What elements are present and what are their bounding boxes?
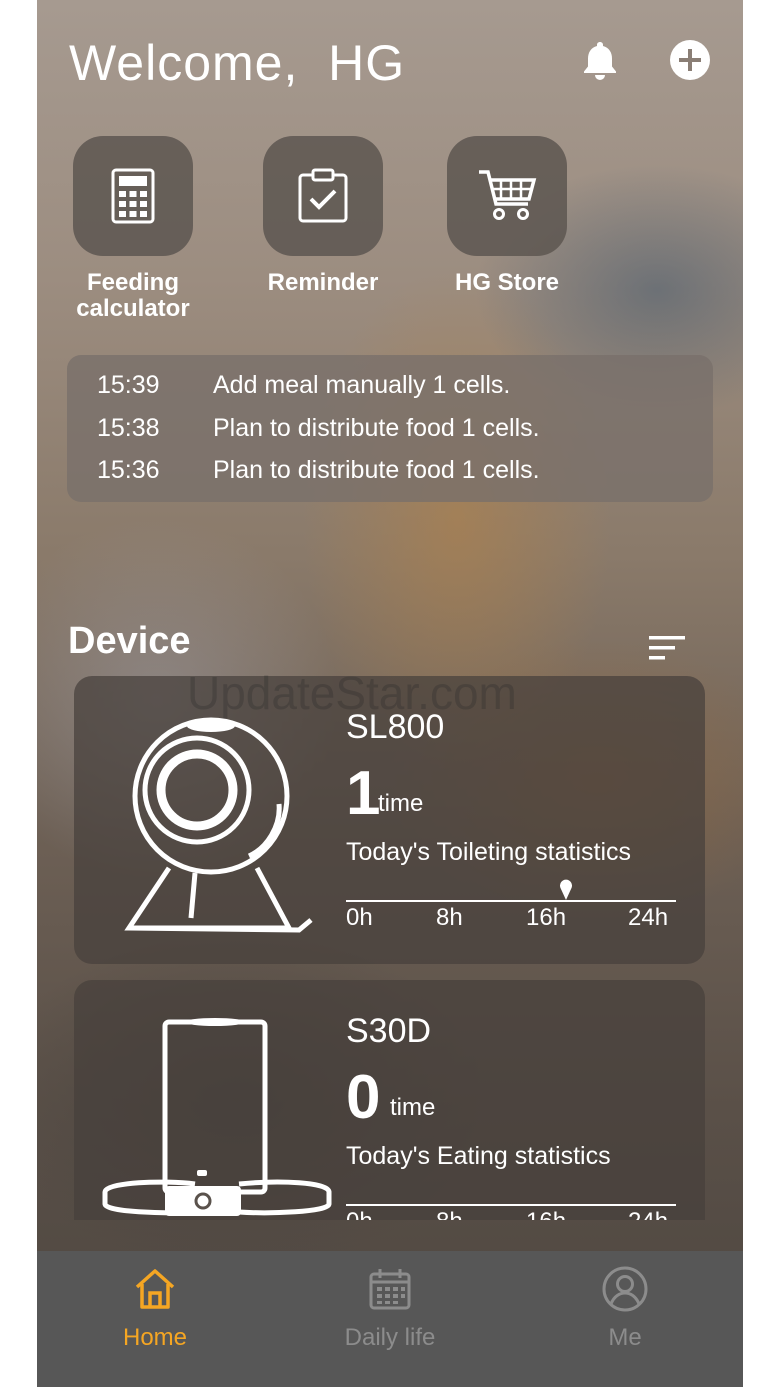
timeline-tick: 8h (436, 1208, 463, 1220)
timeline-tick: 8h (436, 904, 463, 931)
hg-store-tile[interactable] (447, 136, 567, 256)
device-card-s30d[interactable]: S30D 0 time Today's Eating statistics 0h… (74, 980, 705, 1220)
bell-icon[interactable] (578, 38, 622, 82)
log-item: 15:36 Plan to distribute food 1 cells. (97, 456, 540, 485)
log-time: 15:38 (97, 414, 160, 442)
device-list[interactable]: SL800 1 time Today's Toileting statistic… (37, 676, 743, 1220)
feeder-device-image (102, 1018, 332, 1216)
timeline-axis (346, 900, 676, 902)
watermark: UpdateStar.com (187, 667, 517, 719)
device-count: 0 (346, 1063, 381, 1132)
hg-store-button[interactable]: HG Store (427, 136, 587, 296)
hg-store-label: HG Store (454, 269, 559, 296)
reminder-label: Reminder (267, 269, 379, 296)
log-time: 15:36 (97, 456, 160, 484)
timeline-tick: 24h (628, 904, 669, 931)
reminder-button[interactable]: Reminder (243, 136, 403, 296)
shopping-cart-icon (479, 170, 537, 220)
calculator-icon (111, 168, 155, 224)
bottom-tab-bar: Home Daily life Me (37, 1251, 743, 1387)
device-count-unit: time (378, 790, 424, 817)
reminder-tile[interactable] (263, 136, 383, 256)
log-item: 15:39 Add meal manually 1 cells. (97, 371, 510, 400)
feeding-calculator-tile[interactable] (73, 136, 193, 256)
log-text: Plan to distribute food 1 cells. (213, 414, 540, 442)
feeding-calculator-label: Feeding calculator (76, 269, 190, 322)
log-text: Add meal manually 1 cells. (213, 371, 511, 399)
log-text: Plan to distribute food 1 cells. (213, 456, 540, 484)
user-circle-icon (602, 1266, 648, 1312)
welcome-title: Welcome, HG (69, 35, 406, 91)
timeline-tick: 16h (526, 1208, 566, 1220)
home-icon (135, 1269, 175, 1309)
log-time: 15:39 (97, 371, 160, 399)
tab-home-label: Home (122, 1324, 188, 1351)
device-count-unit: time (390, 1094, 436, 1121)
log-item: 15:38 Plan to distribute food 1 cells. (97, 414, 540, 443)
device-section-title: Device (68, 620, 191, 662)
calendar-icon (369, 1269, 411, 1310)
timeline-tick: 0h (346, 1208, 373, 1220)
sort-lines-icon[interactable] (649, 634, 685, 662)
tab-home[interactable]: Home (75, 1265, 235, 1352)
device-count: 1 (346, 759, 381, 828)
feeding-calculator-button[interactable]: Feeding calculator (53, 136, 213, 322)
timeline-tick: 24h (628, 1208, 668, 1220)
timeline-tick: 16h (526, 904, 567, 931)
litter-box-device-image (124, 717, 313, 933)
tab-daily-life-label: Daily life (344, 1324, 436, 1351)
home-screen: Welcome, HG Feeding calculator Reminder … (37, 0, 743, 1387)
clipboard-check-icon (298, 168, 348, 223)
activity-log[interactable]: 15:39 Add meal manually 1 cells. 15:38 Pla… (67, 355, 713, 502)
tab-me-label: Me (608, 1324, 642, 1351)
event-marker-icon (560, 879, 572, 900)
device-stat-label: Today's Eating statistics (346, 1142, 611, 1170)
timeline-tick: 0h (346, 904, 373, 931)
device-stat-label: Today's Toileting statistics (346, 838, 631, 866)
tab-daily-life[interactable]: Daily life (310, 1265, 470, 1352)
device-name: S30D (346, 1012, 432, 1050)
plus-circle-icon[interactable] (668, 38, 712, 82)
timeline-axis (346, 1204, 676, 1206)
tab-me[interactable]: Me (545, 1265, 705, 1352)
